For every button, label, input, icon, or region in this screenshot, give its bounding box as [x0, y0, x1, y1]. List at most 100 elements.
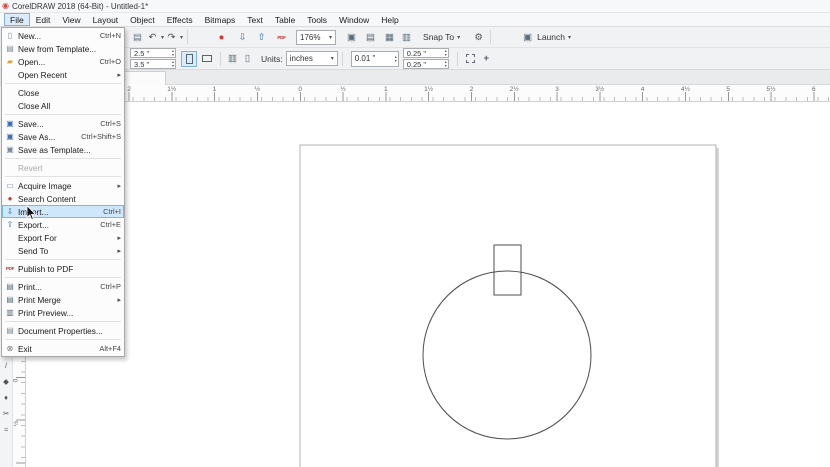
options-gear-icon[interactable]: ⚙: [471, 30, 486, 45]
spinner-down-icon[interactable]: ▾: [395, 59, 397, 63]
duplicate-distance-x-field[interactable]: 0.25 " ▴▾: [403, 48, 449, 58]
file-menu-item-save[interactable]: ▣Save...Ctrl+S: [2, 117, 124, 130]
publish-pdf-icon[interactable]: PDF: [273, 30, 290, 45]
file-menu-item-print[interactable]: ▤Print...Ctrl+P: [2, 280, 124, 293]
menu-help[interactable]: Help: [375, 13, 404, 26]
menu-layout[interactable]: Layout: [87, 13, 125, 26]
nudge-offset-field[interactable]: 0.01 " ▴▾: [351, 51, 399, 67]
show-rulers-icon[interactable]: ▤: [363, 30, 378, 45]
file-menu-item-new-from-template[interactable]: ▤New from Template...: [2, 42, 124, 55]
spinner-arrows[interactable]: ▴▾: [172, 60, 174, 67]
spinner-down-icon[interactable]: ▾: [445, 53, 447, 57]
spinner-arrows[interactable]: ▴▾: [172, 49, 174, 56]
search-content-icon[interactable]: ●: [214, 30, 229, 45]
file-menu-item-revert: Revert: [2, 161, 124, 174]
ruler-label: 6: [812, 86, 816, 93]
menu-item-shortcut: Ctrl+S: [100, 119, 121, 128]
page-width-field[interactable]: 2.5 " ▴▾: [130, 48, 176, 58]
chevron-down-icon[interactable]: ▾: [329, 34, 332, 41]
menu-file[interactable]: File: [4, 13, 30, 26]
spinner-down-icon[interactable]: ▾: [445, 64, 447, 68]
b-spline-tool[interactable]: ≈: [4, 425, 8, 434]
redo-icon[interactable]: ↷: [164, 30, 179, 45]
outline-pen-tool[interactable]: /: [5, 361, 7, 370]
snap-to-dropdown[interactable]: Snap To ▾: [420, 29, 463, 46]
file-menu-item-save-as-template[interactable]: ▣Save as Template...: [2, 143, 124, 156]
smart-fill-tool[interactable]: ♦: [4, 393, 8, 402]
menu-item-label: Print...: [18, 282, 100, 292]
menu-separator: [5, 321, 121, 322]
file-menu-item-exit[interactable]: ⊗ExitAlt+F4: [2, 342, 124, 355]
file-menu-item-import[interactable]: ⇩Import...Ctrl+I: [2, 205, 124, 218]
crosshair-icon[interactable]: +: [479, 51, 494, 66]
menu-item-label: Exit: [18, 344, 99, 354]
spinner-down-icon[interactable]: ▾: [172, 53, 174, 57]
file-menu-item-export-for[interactable]: Export For▸: [2, 231, 124, 244]
file-menu-item-print-preview[interactable]: ▥Print Preview...: [2, 306, 124, 319]
coreldraw-balloon-logo-icon: ◉: [2, 2, 9, 10]
file-menu-item-close[interactable]: Close: [2, 86, 124, 99]
ruler-label: 2: [470, 86, 474, 93]
spinner-arrows[interactable]: ▴▾: [445, 60, 447, 67]
menu-tools[interactable]: Tools: [301, 13, 333, 26]
menu-bitmaps[interactable]: Bitmaps: [199, 13, 242, 26]
duplicate-distance-y-field[interactable]: 0.25 " ▴▾: [403, 59, 449, 69]
menu-edit[interactable]: Edit: [30, 13, 57, 26]
ruler-label: ½: [255, 86, 260, 93]
launch-dropdown[interactable]: ▣ Launch ▾: [517, 29, 574, 46]
mouse-cursor: [26, 205, 37, 221]
menu-item-shortcut: Ctrl+P: [100, 282, 121, 291]
portrait-orientation-button[interactable]: [181, 51, 197, 67]
spinner-arrows[interactable]: ▴▾: [445, 49, 447, 56]
file-menu-item-close-all[interactable]: Close All: [2, 99, 124, 112]
export-icon[interactable]: ⇧: [254, 30, 269, 45]
file-menu-item-search-content[interactable]: ●Search Content: [2, 192, 124, 205]
show-guidelines-icon[interactable]: ▥: [399, 30, 414, 45]
file-menu-item-document-properties[interactable]: ▤Document Properties...: [2, 324, 124, 337]
treat-as-filled-toggle-icon[interactable]: [466, 54, 475, 63]
drawing-workspace[interactable]: [26, 102, 830, 467]
redo-dropdown-chevron-icon[interactable]: ▾: [180, 34, 183, 41]
interactive-fill-tool[interactable]: ◆: [3, 377, 9, 386]
file-menu-item-new[interactable]: ▯New...Ctrl+N: [2, 29, 124, 42]
drawing-page: [300, 145, 716, 467]
file-menu-item-open-recent[interactable]: Open Recent▸: [2, 68, 124, 81]
submenu-arrow-icon: ▸: [113, 182, 121, 190]
menu-view[interactable]: View: [56, 13, 86, 26]
ruler-label: ½: [13, 420, 20, 425]
spinner-arrows[interactable]: ▴▾: [395, 55, 397, 62]
file-menu-item-publish-to-pdf[interactable]: PDFPublish to PDF: [2, 262, 124, 275]
knife-tool[interactable]: ✂: [3, 409, 9, 418]
file-menu-item-save-as[interactable]: ▣Save As...Ctrl+Shift+S: [2, 130, 124, 143]
paste-icon[interactable]: ▤: [130, 30, 145, 45]
exit-icon: ⊗: [2, 344, 18, 353]
ruler-label: 4½: [681, 86, 690, 93]
landscape-orientation-button[interactable]: [199, 51, 215, 67]
file-menu-item-open[interactable]: ▰Open...Ctrl+O: [2, 55, 124, 68]
page-height-field[interactable]: 3.5 " ▴▾: [130, 59, 176, 69]
units-dropdown[interactable]: inches ▾: [286, 51, 338, 66]
menu-item-label: Document Properties...: [18, 326, 121, 336]
menu-window[interactable]: Window: [333, 13, 375, 26]
full-screen-preview-icon[interactable]: ▣: [344, 30, 359, 45]
all-pages-icon[interactable]: ▥: [225, 51, 240, 66]
file-menu-item-send-to[interactable]: Send To▸: [2, 244, 124, 257]
menu-text[interactable]: Text: [241, 13, 269, 26]
ruler-label: 0: [12, 378, 19, 382]
horizontal-ruler[interactable]: 21½1½0½11½22½33½44½55½6: [13, 85, 830, 102]
import-icon: ⇩: [2, 207, 18, 216]
show-grid-icon[interactable]: ▦: [382, 30, 397, 45]
menu-object[interactable]: Object: [124, 13, 161, 26]
chevron-down-icon[interactable]: ▾: [331, 55, 334, 62]
file-menu-item-export[interactable]: ⇧Export...Ctrl+E: [2, 218, 124, 231]
ruler-label: 1: [213, 86, 217, 93]
current-page-icon[interactable]: ▯: [240, 51, 255, 66]
menu-table[interactable]: Table: [269, 13, 301, 26]
menu-effects[interactable]: Effects: [161, 13, 199, 26]
import-icon[interactable]: ⇩: [235, 30, 250, 45]
zoom-level-combobox[interactable]: 176% ▾: [296, 30, 336, 45]
undo-icon[interactable]: ↶: [145, 30, 160, 45]
file-menu-item-acquire-image[interactable]: ▭Acquire Image▸: [2, 179, 124, 192]
file-menu-item-print-merge[interactable]: ▤Print Merge▸: [2, 293, 124, 306]
spinner-down-icon[interactable]: ▾: [172, 64, 174, 68]
